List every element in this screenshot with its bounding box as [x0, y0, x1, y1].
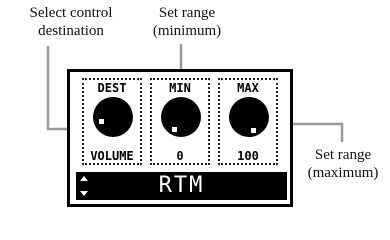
knob-min[interactable]: MIN 0: [150, 78, 210, 165]
knob-label: MIN: [169, 81, 191, 95]
knob-max-icon: [229, 97, 269, 137]
knob-label: MAX: [237, 81, 259, 95]
knob-value: 100: [237, 149, 259, 163]
knob-max[interactable]: MAX 100: [218, 78, 278, 165]
patch-name-bar[interactable]: RTM: [76, 172, 287, 200]
knob-label: DEST: [97, 81, 127, 95]
knob-min-icon: [161, 97, 201, 137]
patch-name: RTM: [158, 173, 205, 198]
knob-value: 0: [176, 149, 184, 163]
knob-dest[interactable]: DEST VOLUME: [82, 78, 142, 165]
knob-value: VOLUME: [90, 149, 134, 163]
lcd-screen: DEST VOLUME MIN 0 MAX 100 RTM: [67, 69, 293, 207]
knob-dest-icon: [93, 97, 133, 137]
